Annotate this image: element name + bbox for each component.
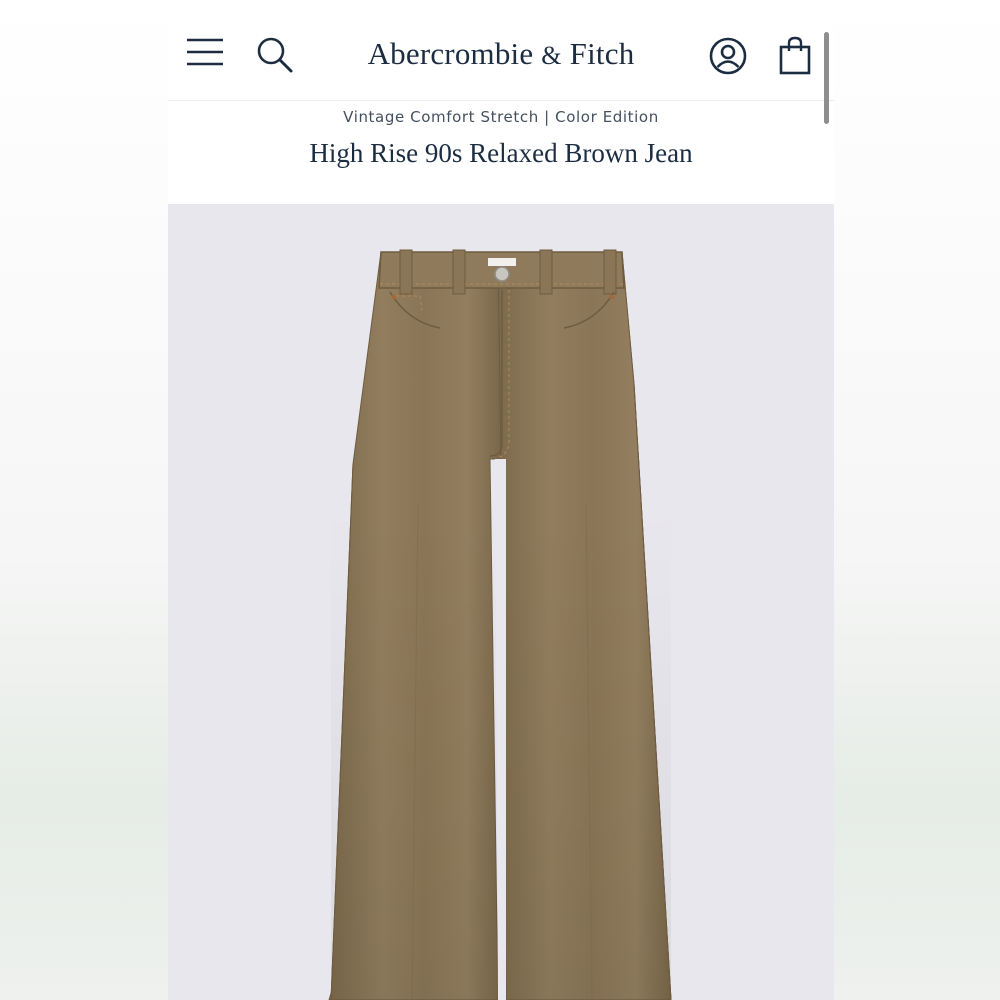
mobile-screen: Abercrombie & Fitch Vintage Comfort Stre…	[168, 0, 834, 1000]
site-header: Abercrombie & Fitch	[168, 0, 834, 124]
shopping-bag-button[interactable]	[778, 36, 812, 76]
brand-name-tail: Fitch	[569, 36, 635, 71]
shopping-bag-icon	[778, 36, 812, 76]
product-image[interactable]	[168, 204, 834, 1000]
product-title: High Rise 90s Relaxed Brown Jean	[309, 138, 693, 168]
account-button[interactable]	[708, 36, 748, 76]
brown-jeans-illustration	[328, 249, 672, 1000]
product-collection-label: Vintage Comfort Stretch | Color Edition	[343, 108, 659, 126]
brand-name: Abercrombie	[367, 36, 534, 71]
account-icon	[708, 36, 748, 76]
brand-ampersand: &	[541, 41, 562, 70]
